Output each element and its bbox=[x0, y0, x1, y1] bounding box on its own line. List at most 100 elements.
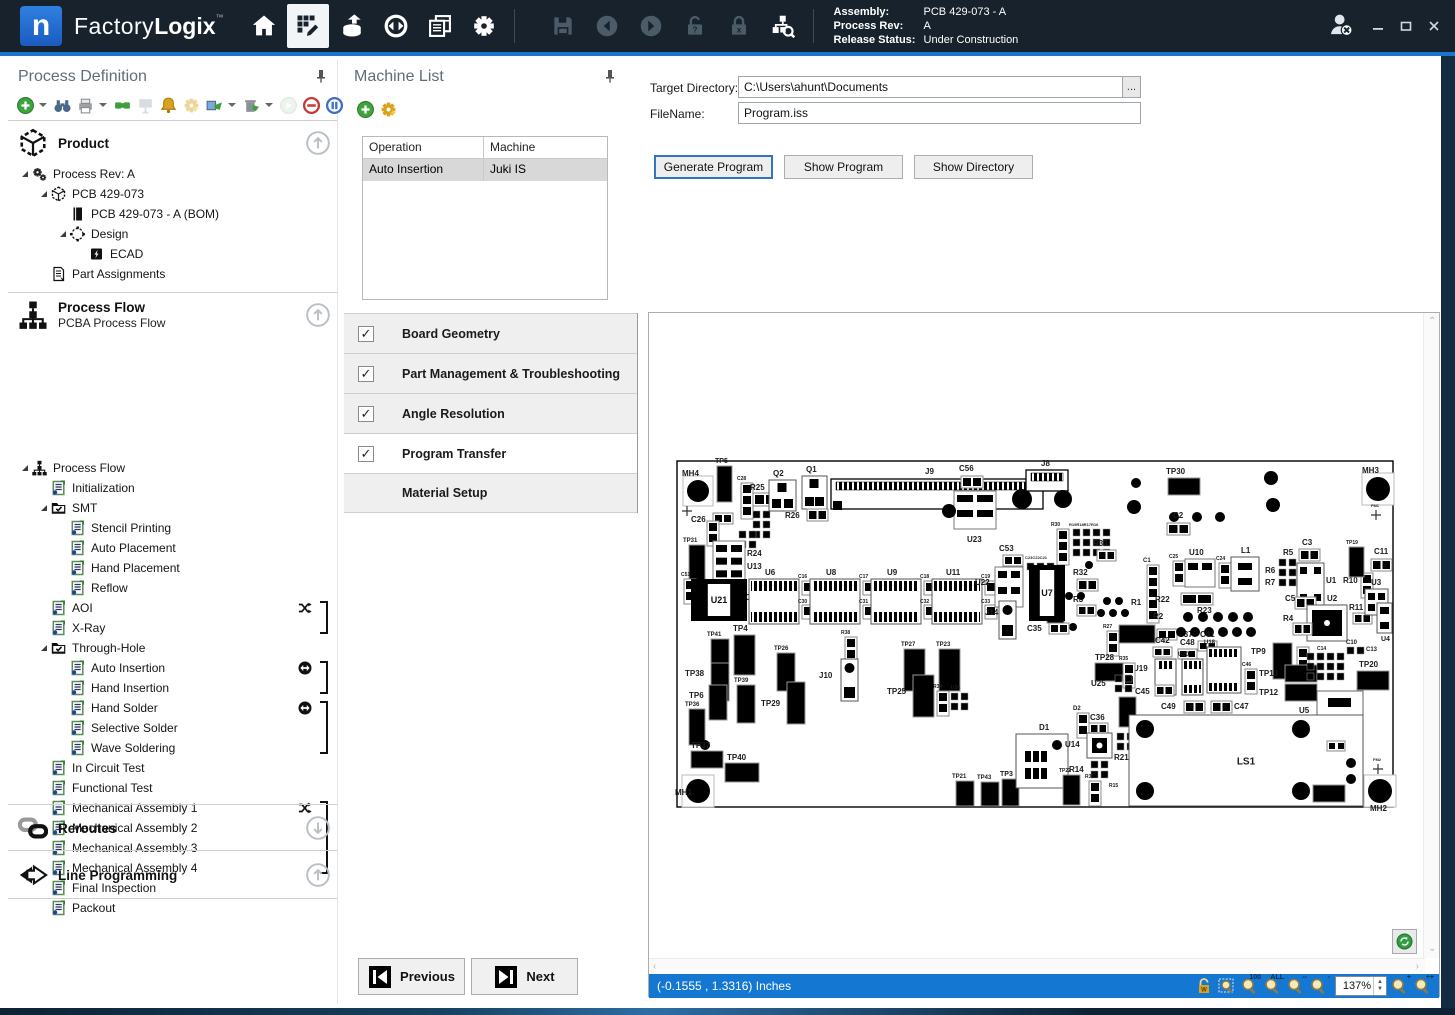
start-icon[interactable] bbox=[279, 96, 298, 115]
column-header-operation[interactable]: Operation bbox=[363, 137, 484, 158]
save-icon[interactable] bbox=[542, 4, 584, 48]
target-directory-input[interactable]: C:\Users\ahunt\Documents bbox=[738, 76, 1124, 98]
expand-down-icon[interactable] bbox=[305, 815, 331, 841]
scroll-up-icon[interactable]: ⌃ bbox=[1428, 317, 1436, 327]
forward-icon[interactable] bbox=[630, 4, 672, 48]
refresh-view-button[interactable] bbox=[1392, 929, 1417, 954]
zoom-all-icon[interactable]: ALL bbox=[1263, 974, 1284, 996]
binoculars-icon[interactable] bbox=[53, 96, 72, 115]
logout-user-icon[interactable] bbox=[1327, 12, 1357, 40]
step-part-management-troubleshooting[interactable]: ✓ Part Management & Troubleshooting bbox=[344, 353, 637, 393]
next-button[interactable]: Next bbox=[471, 958, 578, 995]
add-icon[interactable] bbox=[16, 96, 35, 115]
compare-icon[interactable] bbox=[113, 96, 132, 115]
product-section-header[interactable]: Product bbox=[18, 126, 331, 160]
dropdown-caret-icon[interactable] bbox=[39, 103, 47, 107]
flow-hand-placement[interactable]: Hand Placement bbox=[8, 558, 337, 578]
dropdown-caret-icon[interactable] bbox=[99, 103, 107, 107]
dropdown-caret-icon[interactable] bbox=[265, 103, 273, 107]
expander-icon[interactable] bbox=[37, 644, 50, 652]
column-header-machine[interactable]: Machine bbox=[484, 137, 607, 158]
expander-icon[interactable] bbox=[18, 170, 31, 178]
maximize-button[interactable] bbox=[1399, 19, 1413, 33]
step-checkbox[interactable]: ✓ bbox=[358, 325, 374, 342]
documents-icon[interactable] bbox=[419, 4, 461, 48]
scroll-right-icon[interactable]: › bbox=[1416, 962, 1419, 972]
flow-hand-solder[interactable]: Hand Solder bbox=[8, 698, 337, 718]
flow-process-flow[interactable]: Process Flow bbox=[8, 458, 337, 478]
zoom-spinner-arrows[interactable]: ▲ ▼ bbox=[1373, 977, 1386, 995]
flow-search-icon[interactable] bbox=[762, 4, 804, 48]
export-icon[interactable] bbox=[205, 96, 224, 115]
sync-icon[interactable] bbox=[375, 4, 417, 48]
lock-icon[interactable]: x bbox=[718, 4, 760, 48]
collapse-up-icon[interactable] bbox=[305, 130, 331, 156]
browse-button[interactable]: ... bbox=[1122, 76, 1141, 98]
dropdown-caret-icon[interactable] bbox=[228, 103, 236, 107]
step-checkbox[interactable]: ✓ bbox=[358, 405, 374, 422]
add-icon[interactable] bbox=[356, 100, 375, 119]
close-button[interactable] bbox=[1427, 19, 1441, 33]
flow-x-ray[interactable]: X-Ray bbox=[8, 618, 337, 638]
step-material-setup[interactable]: Material Setup bbox=[344, 473, 637, 513]
previous-button[interactable]: Previous bbox=[358, 958, 465, 995]
recycle-icon[interactable] bbox=[242, 96, 261, 115]
expander-icon[interactable] bbox=[37, 190, 50, 198]
print-icon[interactable] bbox=[76, 96, 95, 115]
zoom-out-fast-icon[interactable]: -- bbox=[1286, 974, 1307, 996]
flow-hand-insertion[interactable]: Hand Insertion bbox=[8, 678, 337, 698]
collapse-up-icon[interactable] bbox=[305, 302, 331, 328]
expander-icon[interactable] bbox=[18, 464, 31, 472]
zoom-100-icon[interactable]: 100 bbox=[1240, 974, 1261, 996]
product-process-rev-a[interactable]: Process Rev: A bbox=[8, 164, 337, 184]
step-program-transfer[interactable]: ✓ Program Transfer bbox=[344, 433, 637, 473]
reroutes-section-header[interactable]: Reroutes bbox=[18, 808, 331, 848]
process-definition-icon[interactable] bbox=[286, 4, 329, 48]
zoom-in-icon[interactable]: + bbox=[1390, 974, 1411, 996]
machine-table-row[interactable]: Auto Insertion Juki IS bbox=[363, 159, 607, 181]
flow-packout[interactable]: Packout bbox=[8, 898, 337, 918]
product-pcb-429-073[interactable]: PCB 429-073 bbox=[8, 184, 337, 204]
unlock-icon[interactable]: ? bbox=[674, 4, 716, 48]
flow-functional-test[interactable]: Functional Test bbox=[8, 778, 337, 798]
pan-lock-icon[interactable]: W bbox=[1194, 976, 1214, 996]
pause-icon[interactable] bbox=[325, 96, 344, 115]
flow-in-circuit-test[interactable]: In Circuit Test bbox=[8, 758, 337, 778]
product-part-assignments[interactable]: Part Assignments bbox=[8, 264, 337, 284]
zoom-out-icon[interactable]: - bbox=[1309, 974, 1330, 996]
flow-selective-solder[interactable]: Selective Solder bbox=[8, 718, 337, 738]
show-directory-button[interactable]: Show Directory bbox=[914, 155, 1033, 179]
scroll-left-icon[interactable]: ‹ bbox=[653, 962, 656, 972]
expander-icon[interactable] bbox=[37, 504, 50, 512]
expander-icon[interactable] bbox=[56, 230, 69, 238]
flow-wave-soldering[interactable]: Wave Soldering bbox=[8, 738, 337, 758]
filename-input[interactable]: Program.iss bbox=[738, 102, 1141, 124]
flow-reflow[interactable]: Reflow bbox=[8, 578, 337, 598]
wizard-icon[interactable] bbox=[379, 100, 398, 119]
step-checkbox[interactable]: ✓ bbox=[358, 445, 374, 462]
presentation-icon[interactable] bbox=[136, 96, 155, 115]
scroll-down-icon[interactable]: ⌄ bbox=[1428, 944, 1436, 954]
step-checkbox[interactable]: ✓ bbox=[358, 365, 374, 382]
wizard-icon[interactable] bbox=[182, 96, 201, 115]
bell-icon[interactable] bbox=[159, 96, 178, 115]
flow-auto-insertion[interactable]: Auto Insertion bbox=[8, 658, 337, 678]
line-programming-section-header[interactable]: Line Programming bbox=[18, 856, 331, 894]
zoom-window-icon[interactable] bbox=[1217, 976, 1237, 996]
minimize-button[interactable] bbox=[1371, 19, 1385, 33]
flow-aoi[interactable]: AOI bbox=[8, 598, 337, 618]
flow-initialization[interactable]: Initialization bbox=[8, 478, 337, 498]
product-pcb-429-073-a-bom[interactable]: PCB 429-073 - A (BOM) bbox=[8, 204, 337, 224]
pin-icon[interactable] bbox=[602, 68, 618, 84]
home-icon[interactable] bbox=[243, 4, 285, 48]
step-board-geometry[interactable]: ✓ Board Geometry bbox=[344, 313, 637, 353]
flow-through-hole[interactable]: Through-Hole bbox=[8, 638, 337, 658]
product-ecad[interactable]: ECAD bbox=[8, 244, 337, 264]
collapse-up-icon[interactable] bbox=[305, 862, 331, 888]
zoom-level-spinner[interactable]: 137% ▲ ▼ bbox=[1335, 976, 1387, 996]
zoom-in-fast-icon[interactable]: ++ bbox=[1413, 974, 1434, 996]
back-icon[interactable] bbox=[586, 4, 628, 48]
flow-smt[interactable]: SMT bbox=[8, 498, 337, 518]
step-angle-resolution[interactable]: ✓ Angle Resolution bbox=[344, 393, 637, 433]
flow-auto-placement[interactable]: Auto Placement bbox=[8, 538, 337, 558]
